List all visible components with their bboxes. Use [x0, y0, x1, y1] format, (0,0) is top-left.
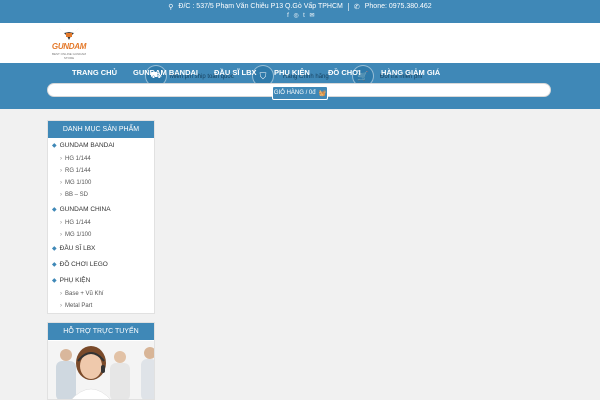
subcategory-label: Base + Vũ Khí	[65, 291, 104, 297]
category-panel: DANH MỤC SẢN PHẨM ◆ GUNDAM BANDAI › HG 1…	[47, 120, 155, 314]
category-gundam-china[interactable]: ◆ GUNDAM CHINA	[52, 206, 111, 213]
logo-wordmark: GUNDAM	[51, 42, 87, 51]
site-logo[interactable]: GUNDAM BEST ONLINE GUNDAM STORE	[48, 27, 90, 60]
chevron-right-icon: ›	[60, 232, 62, 238]
menu-item-lego[interactable]: ĐỒ CHƠI LEGO	[328, 68, 362, 77]
gundam-helmet-icon	[59, 28, 79, 40]
chevron-right-icon: ›	[60, 180, 62, 186]
divider	[347, 2, 349, 11]
support-panel: HỖ TRỢ TRỰC TUYẾN	[47, 322, 155, 400]
diamond-icon: ◆	[52, 278, 57, 284]
chevron-right-icon: ›	[60, 220, 62, 226]
category-label: PHỤ KIỆN	[59, 277, 91, 284]
subcategory-label: HG 1/144	[65, 220, 91, 226]
menu-item-lbx[interactable]: ĐẦU SĨ LBX	[214, 68, 257, 77]
category-label: GUNDAM CHINA	[59, 206, 111, 213]
subcategory-label: Metal Part	[65, 303, 93, 309]
menu-item-home[interactable]: TRANG CHỦ	[72, 68, 117, 77]
subcategory-item[interactable]: › MG 1/100	[60, 180, 91, 186]
twitter-icon[interactable]: t	[302, 13, 307, 19]
location-pin-icon: ⚲	[168, 3, 174, 11]
subcategory-item[interactable]: › BB – SD	[60, 192, 88, 198]
logo-tagline: BEST ONLINE GUNDAM STORE	[52, 52, 86, 60]
chevron-right-icon: ›	[60, 168, 62, 174]
header: GUNDAM BEST ONLINE GUNDAM STORE	[0, 23, 600, 63]
phone-icon: ✆	[353, 3, 360, 11]
cart-button[interactable]: GIỎ HÀNG / 0đ 🧺	[272, 86, 328, 100]
basket-icon: 🧺	[318, 90, 327, 97]
category-accessories[interactable]: ◆ PHỤ KIỆN	[52, 277, 90, 284]
category-gundam-bandai[interactable]: ◆ GUNDAM BANDAI	[52, 142, 115, 149]
category-lego[interactable]: ◆ ĐỒ CHƠI LEGO	[52, 261, 108, 268]
menu-item-gundam-bandai[interactable]: GUNDAM BANDAI	[133, 68, 198, 77]
chevron-right-icon: ›	[60, 291, 62, 297]
diamond-icon: ◆	[52, 207, 57, 213]
instagram-icon[interactable]: ◎	[294, 13, 299, 19]
subcategory-label: MG 1/100	[65, 180, 92, 186]
cart-label: GIỎ HÀNG / 0đ	[273, 90, 316, 96]
chevron-right-icon: ›	[60, 192, 62, 198]
menu-item-sale[interactable]: HÀNG GIẢM GIÁ	[381, 68, 440, 77]
top-bar: ⚲ Đ/C : 537/5 Phạm Văn Chiêu P13 Q.Gò Vấ…	[0, 0, 600, 23]
subcategory-item[interactable]: › RG 1/144	[60, 168, 91, 174]
menu-bar: TRANG CHỦ GUNDAM BANDAI ĐẦU SĨ LBX PHỤ K…	[60, 68, 540, 82]
support-panel-title: HỖ TRỢ TRỰC TUYẾN	[48, 323, 154, 340]
subcategory-label: RG 1/144	[65, 168, 91, 174]
category-label: ĐẦU SĨ LBX	[59, 245, 96, 252]
category-lbx[interactable]: ◆ ĐẦU SĨ LBX	[52, 245, 95, 252]
chevron-right-icon: ›	[60, 303, 62, 309]
diamond-icon: ◆	[52, 262, 57, 268]
menu-item-accessories[interactable]: PHỤ KIỆN	[274, 68, 310, 77]
subcategory-item[interactable]: › Base + Vũ Khí	[60, 291, 104, 297]
subcategory-label: HG 1/144	[65, 156, 91, 162]
category-label: GUNDAM BANDAI	[59, 142, 115, 149]
category-label: ĐỒ CHƠI LEGO	[59, 261, 108, 268]
subcategory-item[interactable]: › MG 1/100	[60, 232, 91, 238]
store-address: Đ/C : 537/5 Phạm Văn Chiêu P13 Q.Gò Vấp …	[178, 3, 343, 10]
chevron-right-icon: ›	[60, 156, 62, 162]
diamond-icon: ◆	[52, 143, 57, 149]
main-nav: ⛟ Miễn phí ship toàn quốc ⛉ Hàng chính h…	[0, 63, 600, 109]
store-phone[interactable]: Phone: 0975.380.462	[365, 3, 432, 10]
category-panel-title: DANH MỤC SẢN PHẨM	[48, 121, 154, 138]
subcategory-item[interactable]: › Metal Part	[60, 303, 92, 309]
email-icon[interactable]: ✉	[310, 13, 315, 19]
support-agents-photo	[48, 341, 154, 399]
diamond-icon: ◆	[52, 246, 57, 252]
subcategory-label: BB – SD	[65, 192, 89, 198]
subcategory-item[interactable]: › HG 1/144	[60, 220, 91, 226]
subcategory-item[interactable]: › HG 1/144	[60, 156, 91, 162]
subcategory-label: MG 1/100	[65, 232, 92, 238]
facebook-icon[interactable]: f	[286, 13, 291, 19]
